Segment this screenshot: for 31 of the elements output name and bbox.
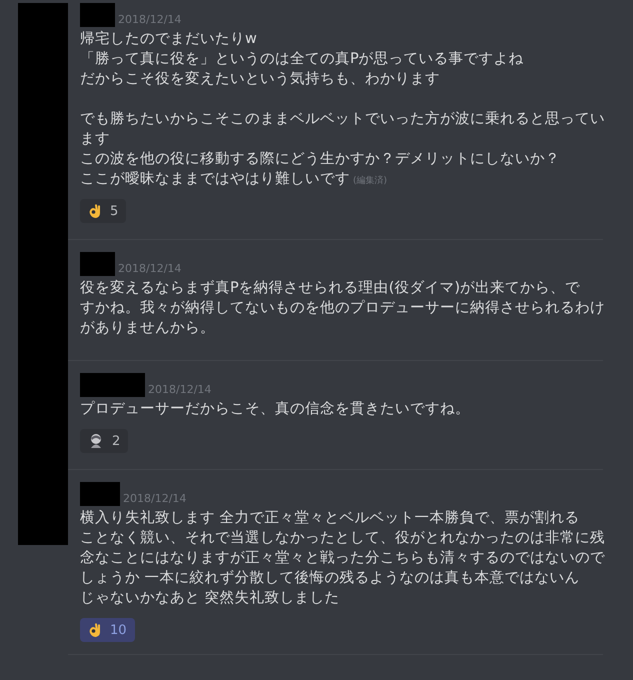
message-line: 「勝って真に役を」というのは全ての真Pが思っている事ですよね bbox=[80, 50, 524, 69]
timestamp: 2018/12/14 bbox=[118, 13, 182, 27]
reaction-button[interactable]: 5 bbox=[80, 199, 126, 223]
ok-hand-icon bbox=[88, 203, 102, 219]
message-line: 役を変えるならまず真Pを納得させられる理由(役ダイマ)が出来てから、で bbox=[80, 278, 580, 298]
reaction-button[interactable]: 10 bbox=[80, 618, 135, 642]
timestamp: 2018/12/14 bbox=[118, 262, 182, 276]
message-line: ここが曖昧なままではやはり難しいです bbox=[80, 170, 350, 189]
message-line: ことなく競い、それで当選しなかったとして、役がとれなかったのは非常に残 bbox=[80, 529, 605, 548]
message-line: がありませんから。 bbox=[80, 319, 215, 338]
message-line: しょうか 一本に絞れず分散して後悔の残るようなのは真も本意ではないん bbox=[80, 568, 580, 588]
reaction-button[interactable]: 2 bbox=[80, 429, 128, 453]
message-line: すかね。我々が納得してないものを他のプロデューサーに納得させられるわけ bbox=[80, 298, 605, 318]
redaction-box bbox=[80, 482, 120, 506]
timestamp: 2018/12/14 bbox=[123, 492, 186, 506]
message-line: だからこそ役を変えたいという気持ちも、わかります bbox=[80, 70, 440, 89]
redaction-box bbox=[80, 373, 145, 397]
message-line: 念なことにはなりますが正々堂々と戦った分こちらも清々するのではないので bbox=[80, 549, 605, 568]
message-line: でも勝ちたいからこそこのままベルベットでいった方が波に乗れると思ってい bbox=[80, 110, 605, 129]
message-line: 横入り失礼致します 全力で正々堂々とベルベット一本勝負で、票が割れる bbox=[80, 509, 580, 528]
edited-label: (編集済) bbox=[353, 174, 388, 187]
redaction-box bbox=[80, 3, 115, 27]
figure-icon bbox=[88, 433, 104, 449]
timestamp: 2018/12/14 bbox=[148, 383, 212, 397]
message-line: 帰宅したのでまだいたりw bbox=[80, 30, 257, 49]
message-line: プロデューサーだからこそ、真の信念を貫きたいですね。 bbox=[80, 400, 470, 419]
message-line: ます bbox=[80, 130, 110, 149]
ok-hand-icon bbox=[88, 622, 102, 638]
redaction-box bbox=[80, 252, 115, 276]
message-line: じゃないかなあと 突然失礼致しました bbox=[80, 589, 340, 608]
message-line: この波を他の役に移動する際にどう生かすか？デメリットにしないか？ bbox=[80, 150, 560, 169]
